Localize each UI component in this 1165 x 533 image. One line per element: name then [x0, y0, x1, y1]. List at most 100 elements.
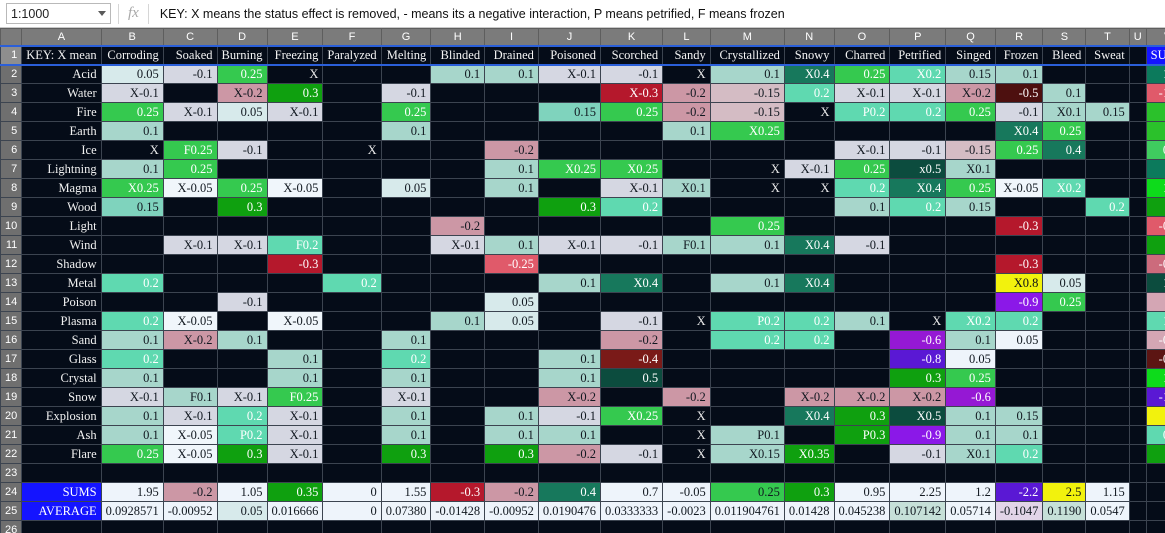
cell-O21[interactable]: P0.3: [833, 425, 891, 445]
cell-L11[interactable]: F0.1: [662, 235, 711, 255]
cell-N19[interactable]: X-0.2: [783, 387, 835, 407]
cell-T21[interactable]: [1085, 425, 1130, 445]
cell-N10[interactable]: [783, 216, 835, 236]
header-cell-H[interactable]: Blinded: [430, 44, 486, 66]
cell-M14[interactable]: [709, 292, 785, 312]
average-Q[interactable]: 0.05714: [945, 501, 996, 521]
column-header-P[interactable]: P: [889, 28, 947, 46]
cell-B12[interactable]: [100, 254, 164, 274]
cell-G8[interactable]: 0.05: [380, 178, 432, 198]
cell-C10[interactable]: [162, 216, 218, 236]
cell-U12[interactable]: [1128, 254, 1147, 274]
cell-A26[interactable]: [21, 520, 102, 533]
cell-B17[interactable]: 0.2: [100, 349, 164, 369]
cell-C15[interactable]: X-0.05: [162, 311, 218, 331]
sums-I[interactable]: -0.2: [484, 482, 539, 502]
cell-D21[interactable]: P0.2: [216, 425, 268, 445]
cell-O4[interactable]: P0.2: [833, 102, 891, 122]
cell-D20[interactable]: 0.2: [216, 406, 268, 426]
cell-D11[interactable]: X-0.1: [216, 235, 268, 255]
cell-L23[interactable]: [662, 463, 711, 483]
row-label-earth[interactable]: Earth: [21, 121, 102, 141]
cell-I8[interactable]: 0.1: [484, 178, 539, 198]
cell-K16[interactable]: -0.2: [600, 330, 664, 350]
cell-O13[interactable]: [833, 273, 891, 293]
cell-R6[interactable]: 0.25: [994, 140, 1044, 160]
cell-B10[interactable]: [100, 216, 164, 236]
cell-J4[interactable]: 0.15: [537, 102, 602, 122]
cell-K21[interactable]: [600, 425, 664, 445]
cell-G18[interactable]: 0.1: [380, 368, 432, 388]
cell-U16[interactable]: [1128, 330, 1147, 350]
cell-H19[interactable]: [430, 387, 486, 407]
cell-G6[interactable]: [380, 140, 432, 160]
cell-S14[interactable]: 0.25: [1042, 292, 1087, 312]
cell-E18[interactable]: 0.1: [266, 368, 324, 388]
cell-H26[interactable]: [430, 520, 486, 533]
cell-G17[interactable]: 0.2: [380, 349, 432, 369]
cell-P14[interactable]: [889, 292, 947, 312]
cell-O20[interactable]: 0.3: [833, 406, 891, 426]
cell-G22[interactable]: 0.3: [380, 444, 432, 464]
row-header-21[interactable]: 21: [0, 425, 23, 445]
header-cell-T[interactable]: Sweat: [1085, 44, 1130, 66]
sums-K[interactable]: 0.7: [600, 482, 664, 502]
cell-T4[interactable]: 0.15: [1085, 102, 1130, 122]
row-header-15[interactable]: 15: [0, 311, 23, 331]
cell-O7[interactable]: 0.25: [833, 159, 891, 179]
row-header-24[interactable]: 24: [0, 482, 23, 502]
cell-G4[interactable]: 0.25: [380, 102, 432, 122]
cell-S22[interactable]: [1042, 444, 1087, 464]
cell-I20[interactable]: 0.1: [484, 406, 539, 426]
cell-M19[interactable]: [709, 387, 785, 407]
cell-H20[interactable]: [430, 406, 486, 426]
cell-T12[interactable]: [1085, 254, 1130, 274]
cell-E11[interactable]: F0.2: [266, 235, 324, 255]
cell-J22[interactable]: -0.2: [537, 444, 602, 464]
cell-I23[interactable]: [484, 463, 539, 483]
cell-P23[interactable]: [889, 463, 947, 483]
cell-J9[interactable]: 0.3: [537, 197, 602, 217]
cell-O17[interactable]: [833, 349, 891, 369]
cell-U11[interactable]: [1128, 235, 1147, 255]
cell-C8[interactable]: X-0.05: [162, 178, 218, 198]
average-G[interactable]: 0.07380: [380, 501, 432, 521]
cell-M9[interactable]: [709, 197, 785, 217]
cell-P17[interactable]: -0.8: [889, 349, 947, 369]
cell-S16[interactable]: [1042, 330, 1087, 350]
cell-Q7[interactable]: X0.1: [945, 159, 996, 179]
column-header-S[interactable]: S: [1042, 28, 1087, 46]
cell-F14[interactable]: [322, 292, 382, 312]
sums-N[interactable]: 0.3: [783, 482, 835, 502]
cell-E19[interactable]: F0.25: [266, 387, 324, 407]
cell-U9[interactable]: [1128, 197, 1147, 217]
row-label-plasma[interactable]: Plasma: [21, 311, 102, 331]
cell-C3[interactable]: [162, 83, 218, 103]
cell-S18[interactable]: [1042, 368, 1087, 388]
cell-J8[interactable]: [537, 178, 602, 198]
cell-U2[interactable]: [1128, 64, 1147, 84]
row-header-7[interactable]: 7: [0, 159, 23, 179]
cell-Q16[interactable]: 0.1: [945, 330, 996, 350]
cell-S8[interactable]: X0.2: [1042, 178, 1087, 198]
sums-G[interactable]: 1.55: [380, 482, 432, 502]
cell-L12[interactable]: [662, 254, 711, 274]
cell-T19[interactable]: [1085, 387, 1130, 407]
cell-N14[interactable]: [783, 292, 835, 312]
sums-T[interactable]: 1.15: [1085, 482, 1130, 502]
cell-K26[interactable]: [600, 520, 664, 533]
cell-K15[interactable]: -0.1: [600, 311, 664, 331]
average-J[interactable]: 0.0190476: [537, 501, 602, 521]
cell-M6[interactable]: [709, 140, 785, 160]
select-all-corner[interactable]: [0, 28, 23, 46]
cell-M13[interactable]: 0.1: [709, 273, 785, 293]
cell-U20[interactable]: [1128, 406, 1147, 426]
cell-Q21[interactable]: 0.1: [945, 425, 996, 445]
row-label-fire[interactable]: Fire: [21, 102, 102, 122]
column-header-K[interactable]: K: [600, 28, 664, 46]
cell-R12[interactable]: -0.3: [994, 254, 1044, 274]
header-cell-B[interactable]: Corroding: [100, 44, 164, 66]
cell-B9[interactable]: 0.15: [100, 197, 164, 217]
column-header-Q[interactable]: Q: [945, 28, 996, 46]
cell-B21[interactable]: 0.1: [100, 425, 164, 445]
